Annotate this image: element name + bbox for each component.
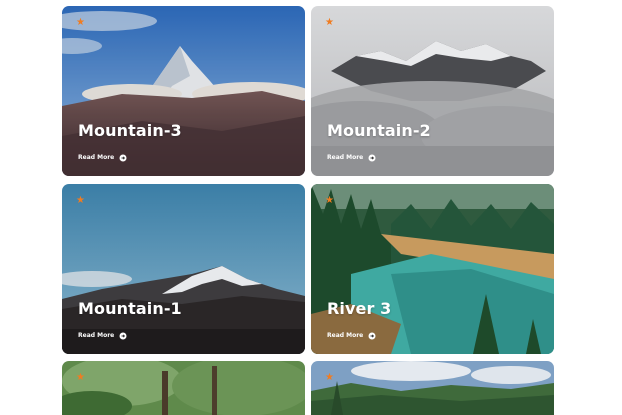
card-mountain-2[interactable]: ★ Mountain-2 Read More — [311, 6, 554, 176]
read-more-label: Read More — [327, 154, 364, 161]
read-more-label: Read More — [78, 332, 115, 339]
card-river-3[interactable]: ★ River 3 Read More — [311, 184, 554, 354]
card-image — [62, 6, 305, 176]
card-mountain-3[interactable]: ★ Mountain-3 Read More — [62, 6, 305, 176]
star-icon: ★ — [76, 372, 85, 383]
card-gallery: ★ Mountain-3 Read More ★ Mountain-2 Read… — [0, 0, 622, 415]
star-icon: ★ — [325, 17, 334, 28]
arrow-circle-icon — [119, 332, 127, 340]
card-title: Mountain-1 — [78, 299, 182, 318]
read-more-link[interactable]: Read More — [327, 332, 376, 340]
card-image — [62, 184, 305, 354]
card-title: Mountain-3 — [78, 121, 182, 140]
star-icon: ★ — [76, 195, 85, 206]
read-more-link[interactable]: Read More — [78, 332, 127, 340]
star-icon: ★ — [76, 17, 85, 28]
read-more-link[interactable]: Read More — [78, 154, 127, 162]
star-icon: ★ — [325, 195, 334, 206]
arrow-circle-icon — [368, 332, 376, 340]
star-icon: ★ — [325, 372, 334, 383]
card-mountain-1[interactable]: ★ Mountain-1 Read More — [62, 184, 305, 354]
card-title: Mountain-2 — [327, 121, 431, 140]
arrow-circle-icon — [368, 154, 376, 162]
card-forest[interactable]: ★ — [62, 361, 305, 415]
read-more-link[interactable]: Read More — [327, 154, 376, 162]
card-image — [62, 361, 305, 415]
card-image — [311, 184, 554, 354]
card-image — [311, 361, 554, 415]
read-more-label: Read More — [327, 332, 364, 339]
arrow-circle-icon — [119, 154, 127, 162]
read-more-label: Read More — [78, 154, 115, 161]
card-landscape[interactable]: ★ — [311, 361, 554, 415]
card-title: River 3 — [327, 299, 392, 318]
card-image — [311, 6, 554, 176]
